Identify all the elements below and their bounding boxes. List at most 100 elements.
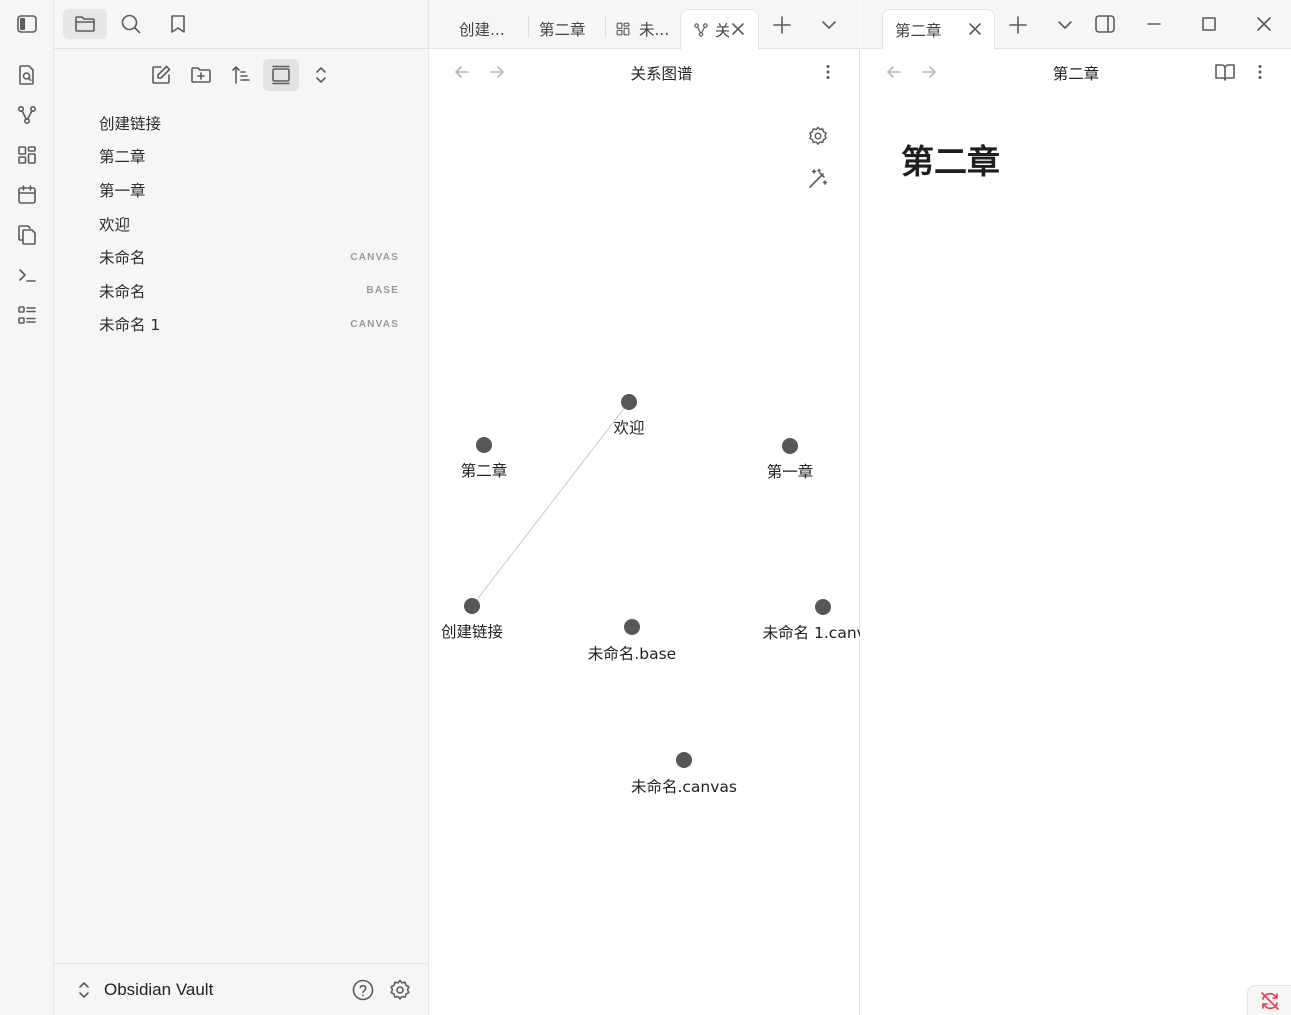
file-name: 第二章 <box>99 148 146 167</box>
settings-gear-icon <box>807 125 829 147</box>
folder-icon <box>73 13 97 35</box>
file-name: 未命名 1 <box>99 316 161 335</box>
chevron-down-icon <box>1055 15 1075 35</box>
forward-button[interactable] <box>483 58 511 86</box>
file-name: 欢迎 <box>99 215 131 234</box>
graph-settings-button[interactable] <box>804 122 832 150</box>
list-item[interactable]: 第二章 <box>84 140 409 174</box>
graph-node[interactable] <box>464 598 480 614</box>
graph-node[interactable] <box>476 437 492 453</box>
new-tab-button[interactable] <box>768 11 796 39</box>
tab-list-dropdown-button[interactable] <box>1051 11 1079 39</box>
file-name: 未命名 <box>99 282 146 301</box>
back-button[interactable] <box>448 58 476 86</box>
sidebar-toggle-icon <box>16 13 38 35</box>
arrow-left-icon <box>453 63 471 81</box>
note-heading[interactable]: 第二章 <box>901 135 1000 183</box>
list-item[interactable]: 创建链接 <box>84 106 409 140</box>
more-vertical-icon <box>819 63 837 81</box>
graph-node[interactable] <box>624 619 640 635</box>
canvas-button[interactable] <box>13 141 41 169</box>
toggle-sidebar-button[interactable] <box>13 10 41 38</box>
layout-dashboard-icon <box>16 144 38 166</box>
more-options-button[interactable] <box>814 58 842 86</box>
quick-switcher-button[interactable] <box>13 61 41 89</box>
templates-button[interactable] <box>13 221 41 249</box>
graph-node-label: 未命名.base <box>587 645 677 663</box>
new-folder-button[interactable] <box>183 59 219 91</box>
arrow-left-icon <box>885 63 903 81</box>
expand-collapse-button[interactable] <box>303 59 339 91</box>
arrow-right-icon <box>920 63 938 81</box>
maximize-icon <box>1200 15 1218 33</box>
folder-plus-icon <box>190 64 212 86</box>
file-name: 未命名 <box>99 249 146 268</box>
auto-reveal-button[interactable] <box>263 59 299 91</box>
sort-ascending-icon <box>230 64 252 86</box>
list-table-icon <box>16 304 38 326</box>
close-tab-icon[interactable] <box>730 21 746 37</box>
graph-view-button[interactable] <box>13 101 41 129</box>
settings-gear-icon[interactable] <box>388 978 412 1002</box>
magic-wand-icon <box>807 168 829 190</box>
sync-status-button[interactable] <box>1247 985 1291 1015</box>
sidebar-right-icon <box>1094 13 1116 35</box>
help-icon[interactable] <box>351 978 375 1002</box>
sort-button[interactable] <box>223 59 259 91</box>
bookmark-icon <box>167 13 189 35</box>
back-button[interactable] <box>880 58 908 86</box>
forward-button[interactable] <box>915 58 943 86</box>
new-note-button[interactable] <box>143 59 179 91</box>
close-icon <box>1255 15 1273 33</box>
book-open-icon <box>1214 61 1236 83</box>
tab-label: 关 <box>715 22 729 40</box>
tab-create-link[interactable]: 创建... <box>459 9 527 49</box>
close-tab-icon[interactable] <box>967 21 983 37</box>
list-item[interactable]: 欢迎 <box>84 207 409 241</box>
vault-switcher-bar: Obsidian Vault <box>54 963 428 1015</box>
toggle-right-sidebar-button[interactable] <box>1091 10 1119 38</box>
calendar-icon <box>16 184 38 206</box>
tab-search[interactable] <box>109 9 153 39</box>
graph-canvas[interactable]: 欢迎 第二章 第一章 创建链接 未命名.base 未命名 1.canvas 未命… <box>429 90 860 1015</box>
tab-bookmarks[interactable] <box>156 9 200 39</box>
graph-node-label: 第二章 <box>460 462 508 480</box>
file-extension-tag: CANVAS <box>350 251 399 263</box>
list-item[interactable]: 第一章 <box>84 173 409 207</box>
chevrons-up-down-icon[interactable] <box>74 980 94 1000</box>
tab-graph-view[interactable]: 关 <box>680 9 759 50</box>
chevron-down-icon <box>819 15 839 35</box>
animate-graph-button[interactable] <box>804 165 832 193</box>
maximize-window-button[interactable] <box>1195 10 1223 38</box>
graph-node[interactable] <box>815 599 831 615</box>
list-item[interactable]: 未命名 CANVAS <box>84 240 409 274</box>
tab-untitled-canvas[interactable]: 未... <box>615 9 675 49</box>
graph-node[interactable] <box>621 394 637 410</box>
graph-node[interactable] <box>782 438 798 454</box>
copy-icon <box>16 224 38 246</box>
tab-chapter-two[interactable]: 第二章 <box>539 9 604 49</box>
tab-list-dropdown-button[interactable] <box>815 11 843 39</box>
minimize-window-button[interactable] <box>1140 10 1168 38</box>
tab-chapter-two[interactable]: 第二章 <box>882 9 995 50</box>
command-palette-button[interactable] <box>13 261 41 289</box>
tab-label: 第二章 <box>539 21 586 39</box>
list-item[interactable]: 未命名 1 CANVAS <box>84 308 409 342</box>
more-vertical-icon <box>1251 63 1269 81</box>
daily-note-button[interactable] <box>13 181 41 209</box>
graph-node[interactable] <box>676 752 692 768</box>
vault-name[interactable]: Obsidian Vault <box>104 980 213 1000</box>
tab-separator <box>605 16 606 38</box>
reading-view-button[interactable] <box>1211 58 1239 86</box>
graph-node-label: 欢迎 <box>613 419 645 437</box>
tab-separator <box>528 16 529 38</box>
view-title: 关系图谱 <box>630 65 693 83</box>
new-tab-button[interactable] <box>1004 11 1032 39</box>
close-window-button[interactable] <box>1250 10 1278 38</box>
tab-label: 创建... <box>459 21 505 39</box>
more-options-button[interactable] <box>1246 58 1274 86</box>
tab-files[interactable] <box>63 9 107 39</box>
list-item[interactable]: 未命名 BASE <box>84 274 409 308</box>
bases-button[interactable] <box>13 301 41 329</box>
minimize-icon <box>1145 15 1163 33</box>
